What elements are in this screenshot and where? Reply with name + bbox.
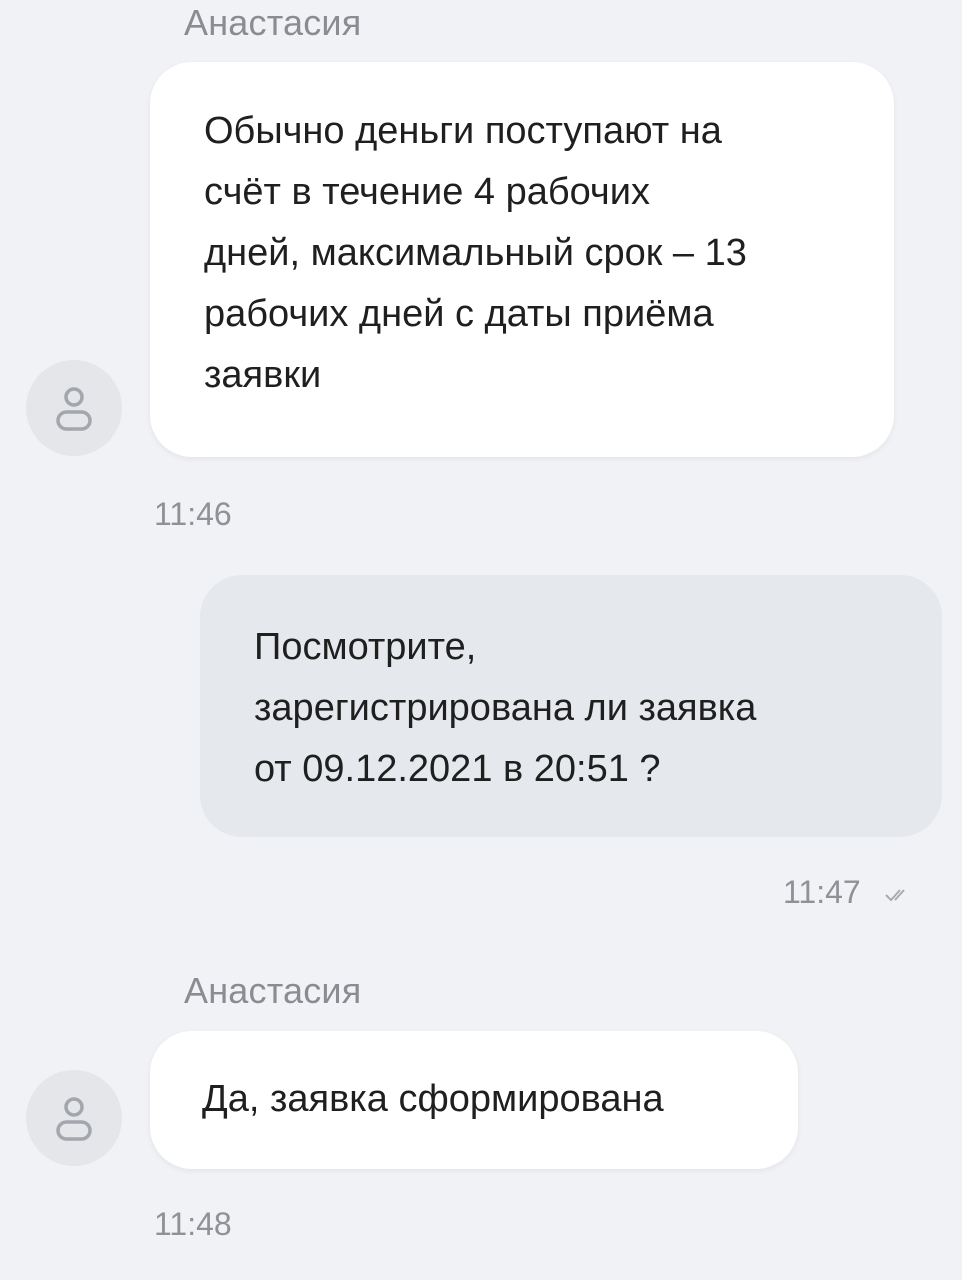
message-text-line: Посмотрите, xyxy=(254,626,477,668)
double-check-icon xyxy=(885,889,905,902)
sender-name: Анастасия xyxy=(184,970,362,1011)
message-text-line: Обычно деньги поступают на xyxy=(204,110,722,152)
message-text-line: рабочих дней с даты приёма xyxy=(204,293,714,335)
user-icon xyxy=(56,387,92,431)
avatar[interactable] xyxy=(26,1070,122,1166)
message-text-line: от 09.12.2021 в 20:51 ? xyxy=(254,748,661,790)
message-time: 11:48 xyxy=(154,1206,232,1242)
message-text-line: дней, максимальный срок – 13 xyxy=(204,232,747,274)
message-text-line: зарегистрирована ли заявка xyxy=(254,687,757,729)
avatar[interactable] xyxy=(26,360,122,456)
sender-name: Анастасия xyxy=(184,2,362,43)
message-bubble-outgoing[interactable]: Посмотрите, зарегистрирована ли заявка о… xyxy=(200,575,942,837)
message-time: 11:46 xyxy=(154,496,232,532)
message-time: 11:47 xyxy=(783,874,861,910)
message-bubble-incoming[interactable]: Обычно деньги поступают на счёт в течени… xyxy=(150,62,894,457)
message-bubble-incoming[interactable]: Да, заявка сформирована xyxy=(150,1031,798,1169)
message-text-line: Да, заявка сформирована xyxy=(202,1078,664,1120)
message-text-line: заявки xyxy=(204,354,322,396)
message-text-line: счёт в течение 4 рабочих xyxy=(204,171,650,213)
user-icon xyxy=(56,1097,92,1141)
